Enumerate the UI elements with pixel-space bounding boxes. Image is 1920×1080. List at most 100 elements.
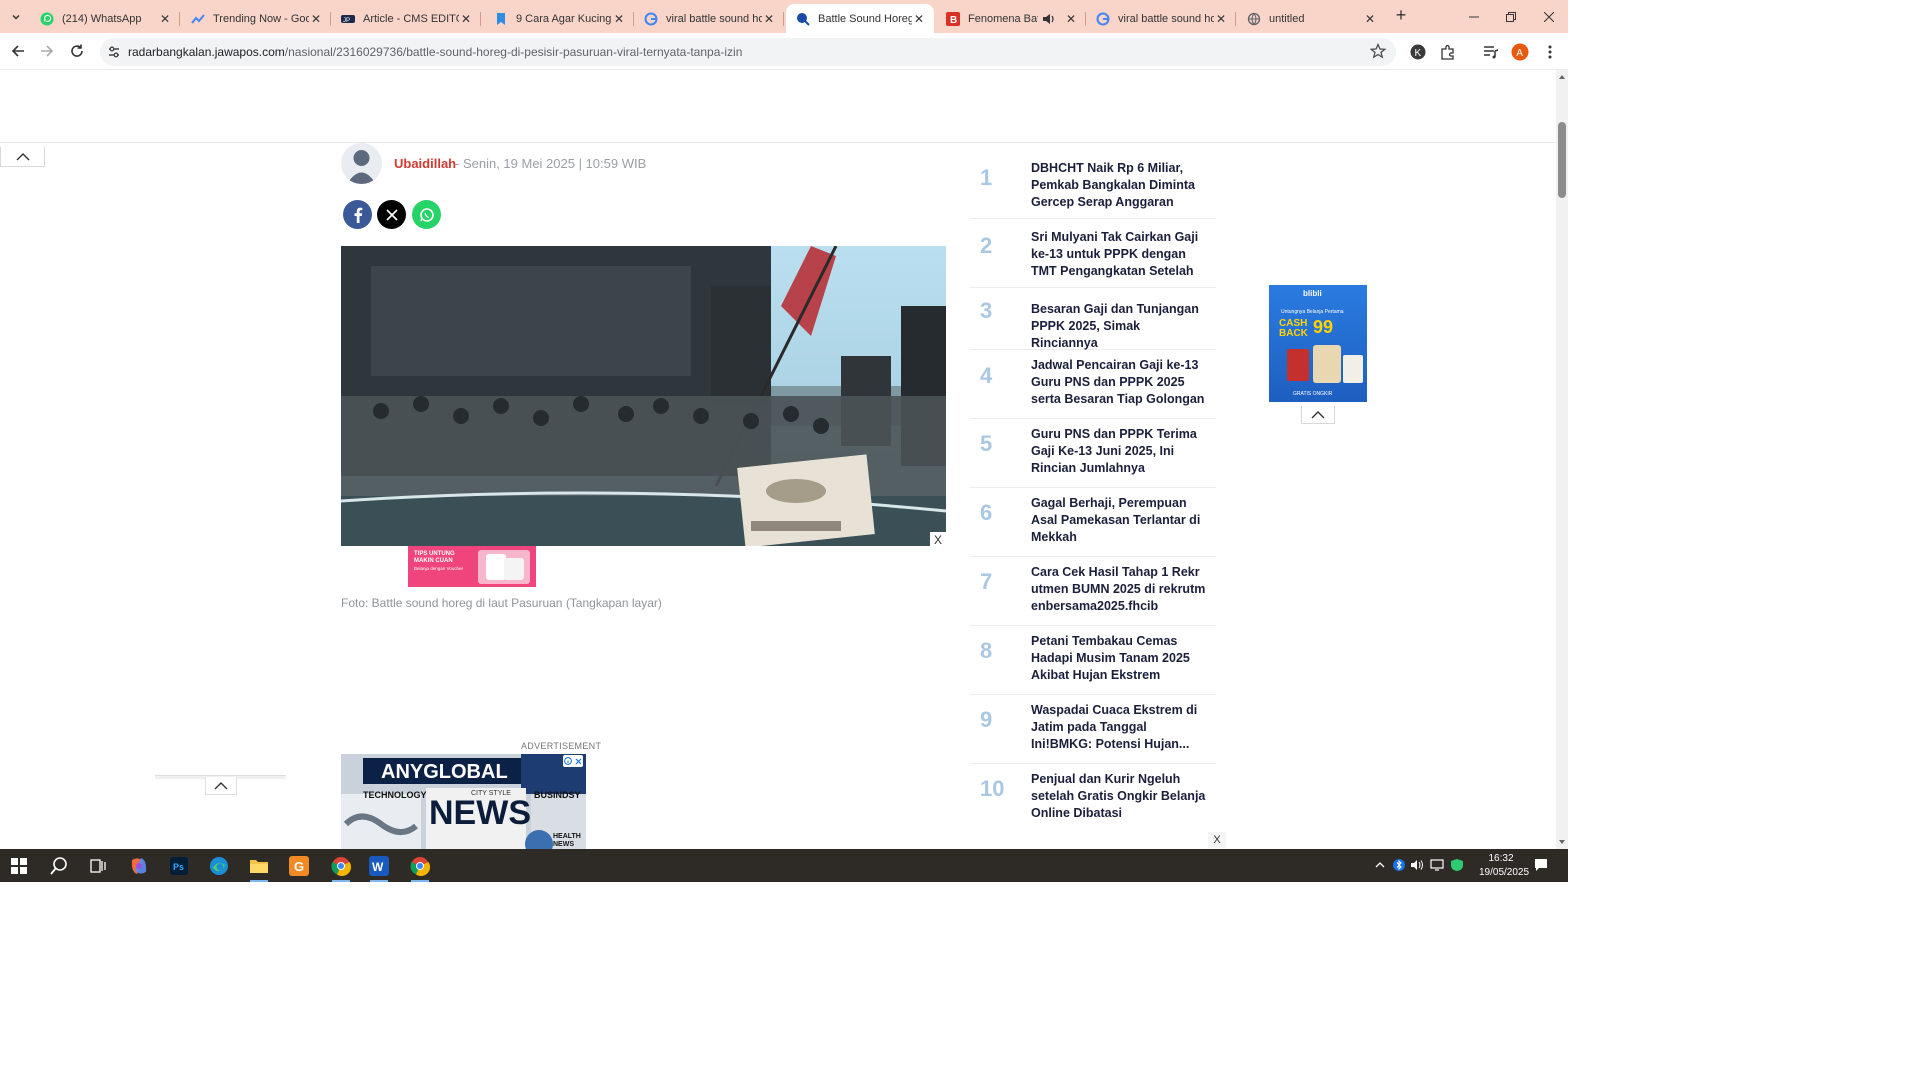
app-g-orange[interactable]: G xyxy=(287,854,311,878)
list-item[interactable]: 6 Gagal Berhaji, Perempuan Asal Pamekasa… xyxy=(970,488,1216,557)
close-tab-icon[interactable]: ✕ xyxy=(1363,12,1377,26)
article-link[interactable]: Petani Tembakau Cemas Hadapi Musim Tanam… xyxy=(1031,633,1207,684)
article-link[interactable]: Waspadai Cuaca Ekstrem di Jatim pada Tan… xyxy=(1031,702,1207,753)
list-item[interactable]: 10 Penjual dan Kurir Ngeluh setelah Grat… xyxy=(970,764,1216,833)
close-tab-icon[interactable]: ✕ xyxy=(1064,12,1078,26)
scroll-down-arrow-icon[interactable] xyxy=(1558,838,1566,846)
new-tab-button[interactable]: + xyxy=(1392,6,1410,25)
app-tray-icon[interactable] xyxy=(1450,858,1464,872)
share-x-button[interactable] xyxy=(377,200,406,229)
article-link[interactable]: Penjual dan Kurir Ngeluh setelah Gratis … xyxy=(1031,771,1207,822)
close-tab-icon[interactable]: ✕ xyxy=(612,12,626,26)
restore-button[interactable] xyxy=(1492,0,1530,33)
article-hero-image[interactable] xyxy=(341,246,946,546)
tray-overflow-button[interactable] xyxy=(1373,858,1387,872)
edge-app[interactable] xyxy=(207,854,231,878)
article-link[interactable]: Sri Mulyani Tak Cairkan Gaji ke-13 untuk… xyxy=(1031,229,1207,280)
radar-icon xyxy=(796,12,810,26)
article-link[interactable]: Jadwal Pencairan Gaji ke-13 Guru PNS dan… xyxy=(1031,357,1207,408)
rank-number: 3 xyxy=(980,298,993,323)
tab-search-button[interactable] xyxy=(6,7,26,27)
share-whatsapp-button[interactable] xyxy=(412,200,441,229)
bottom-ad-close-button[interactable]: X xyxy=(1208,832,1226,848)
tab-cms-editor[interactable]: JP Article - CMS EDITOR ✕ xyxy=(331,4,481,33)
list-item[interactable]: 8 Petani Tembakau Cemas Hadapi Musim Tan… xyxy=(970,626,1216,695)
bookmark-star-icon[interactable] xyxy=(1370,43,1386,59)
media-controls-icon[interactable] xyxy=(1482,43,1500,61)
share-facebook-button[interactable] xyxy=(343,200,372,229)
tab-fenomena-battle[interactable]: B Fenomena Battle ✕ xyxy=(936,4,1086,33)
list-item[interactable]: 2 Sri Mulyani Tak Cairkan Gaji ke-13 unt… xyxy=(970,219,1216,288)
chevron-up-icon xyxy=(214,781,228,789)
site-info-icon[interactable] xyxy=(106,44,122,60)
ad-choices-button[interactable] xyxy=(563,755,583,767)
close-tab-icon[interactable]: ✕ xyxy=(1214,12,1228,26)
photoshop-app[interactable]: Ps xyxy=(167,854,191,878)
tab-battle-sound-active[interactable]: Battle Sound Horeg di ✕ xyxy=(786,4,934,33)
task-view-button[interactable] xyxy=(86,854,110,878)
list-item[interactable]: 3 Besaran Gaji dan Tunjangan PPPK 2025, … xyxy=(970,288,1216,350)
minimize-button[interactable] xyxy=(1455,0,1493,33)
scrollbar-thumb[interactable] xyxy=(1558,122,1566,198)
start-button[interactable] xyxy=(7,854,31,878)
article-link[interactable]: DBHCHT Naik Rp 6 Miliar, Pemkab Bangkala… xyxy=(1031,160,1207,211)
side-ad-collapse-button[interactable] xyxy=(1301,406,1335,424)
article-link[interactable]: Gagal Berhaji, Perempuan Asal Pamekasan … xyxy=(1031,495,1207,546)
profile-avatar[interactable]: A xyxy=(1511,43,1529,61)
close-tab-icon[interactable]: ✕ xyxy=(158,12,172,26)
top-ad-collapse-button[interactable] xyxy=(0,147,45,167)
extensions-puzzle-icon[interactable] xyxy=(1439,43,1457,61)
svg-text:G: G xyxy=(294,859,304,874)
browser-menu-icon[interactable] xyxy=(1541,43,1559,61)
article-link[interactable]: Besaran Gaji dan Tunjangan PPPK 2025, Si… xyxy=(1031,301,1207,352)
article-link[interactable]: Cara Cek Hasil Tahap 1 Rekrutmen BUMN 20… xyxy=(1031,564,1207,615)
author-avatar[interactable] xyxy=(341,143,382,184)
list-item[interactable]: 9 Waspadai Cuaca Ekstrem di Jatim pada T… xyxy=(970,695,1216,764)
notification-center-button[interactable] xyxy=(1534,858,1548,872)
article-link[interactable]: Guru PNS dan PPPK Terima Gaji Ke-13 Juni… xyxy=(1031,426,1207,477)
close-tab-icon[interactable]: ✕ xyxy=(459,12,473,26)
network-tray[interactable] xyxy=(1430,858,1444,872)
blibli-side-ad[interactable]: blibli Untungnya Belanja Pertama CASH BA… xyxy=(1269,285,1367,402)
close-tab-icon[interactable]: ✕ xyxy=(309,12,323,26)
list-item[interactable]: 1 DBHCHT Naik Rp 6 Miliar, Pemkab Bangka… xyxy=(970,150,1216,219)
hero-ad-close-button[interactable]: X xyxy=(930,532,946,548)
anyglobal-news-ad[interactable]: ANYGLOBAL TECHNOLOGY CITY STYLE BUSINDSY… xyxy=(341,754,586,849)
chrome-app[interactable] xyxy=(329,854,353,882)
page-scrollbar[interactable] xyxy=(1556,70,1568,849)
chrome-app-2[interactable] xyxy=(408,854,432,882)
close-window-button[interactable] xyxy=(1530,0,1568,33)
copilot-app[interactable] xyxy=(127,854,151,878)
tab-google-search-1[interactable]: viral battle sound hor ✕ xyxy=(634,4,784,33)
speaker-icon[interactable] xyxy=(1042,12,1056,26)
system-clock[interactable]: 16:32 19/05/2025 xyxy=(1479,852,1529,880)
anyglobal-title: ANYGLOBAL xyxy=(381,761,508,783)
list-item[interactable]: 7 Cara Cek Hasil Tahap 1 Rekrutmen BUMN … xyxy=(970,557,1216,626)
volume-tray[interactable] xyxy=(1410,858,1424,872)
close-tab-icon[interactable]: ✕ xyxy=(912,12,926,26)
bluetooth-tray[interactable] xyxy=(1392,858,1406,872)
close-tab-icon[interactable]: ✕ xyxy=(762,12,776,26)
left-ad-collapse-button[interactable] xyxy=(205,777,237,795)
list-item[interactable]: 4 Jadwal Pencairan Gaji ke-13 Guru PNS d… xyxy=(970,350,1216,419)
tab-trending[interactable]: Trending Now - Google ✕ xyxy=(181,4,331,33)
back-button[interactable] xyxy=(8,41,28,61)
tab-google-search-2[interactable]: viral battle sound hor ✕ xyxy=(1086,4,1236,33)
tab-untitled[interactable]: untitled ✕ xyxy=(1237,4,1385,33)
windows-logo-icon xyxy=(11,858,27,874)
tab-cara-kucing[interactable]: 9 Cara Agar Kucing Ti ✕ xyxy=(484,4,634,33)
scroll-up-arrow-icon[interactable] xyxy=(1558,73,1566,81)
rank-number: 9 xyxy=(980,707,993,732)
list-item[interactable]: 5 Guru PNS dan PPPK Terima Gaji Ke-13 Ju… xyxy=(970,419,1216,488)
inline-banner-ad[interactable]: TIPS UNTUNG MAKIN CUAN Belanja dengan Vo… xyxy=(408,546,536,587)
search-button[interactable] xyxy=(47,854,71,878)
extension-k-icon[interactable]: K xyxy=(1409,43,1427,61)
photoshop-icon: Ps xyxy=(170,857,188,875)
author-name-link[interactable]: Ubaidillah xyxy=(394,156,456,171)
tab-whatsapp[interactable]: (214) WhatsApp ✕ xyxy=(30,4,180,33)
file-explorer-app[interactable] xyxy=(247,854,271,882)
forward-button[interactable] xyxy=(37,41,57,61)
word-app[interactable]: W xyxy=(367,854,391,882)
address-bar[interactable]: radarbangkalan.jawapos.com/nasional/2316… xyxy=(100,38,1396,66)
reload-button[interactable] xyxy=(67,41,87,61)
